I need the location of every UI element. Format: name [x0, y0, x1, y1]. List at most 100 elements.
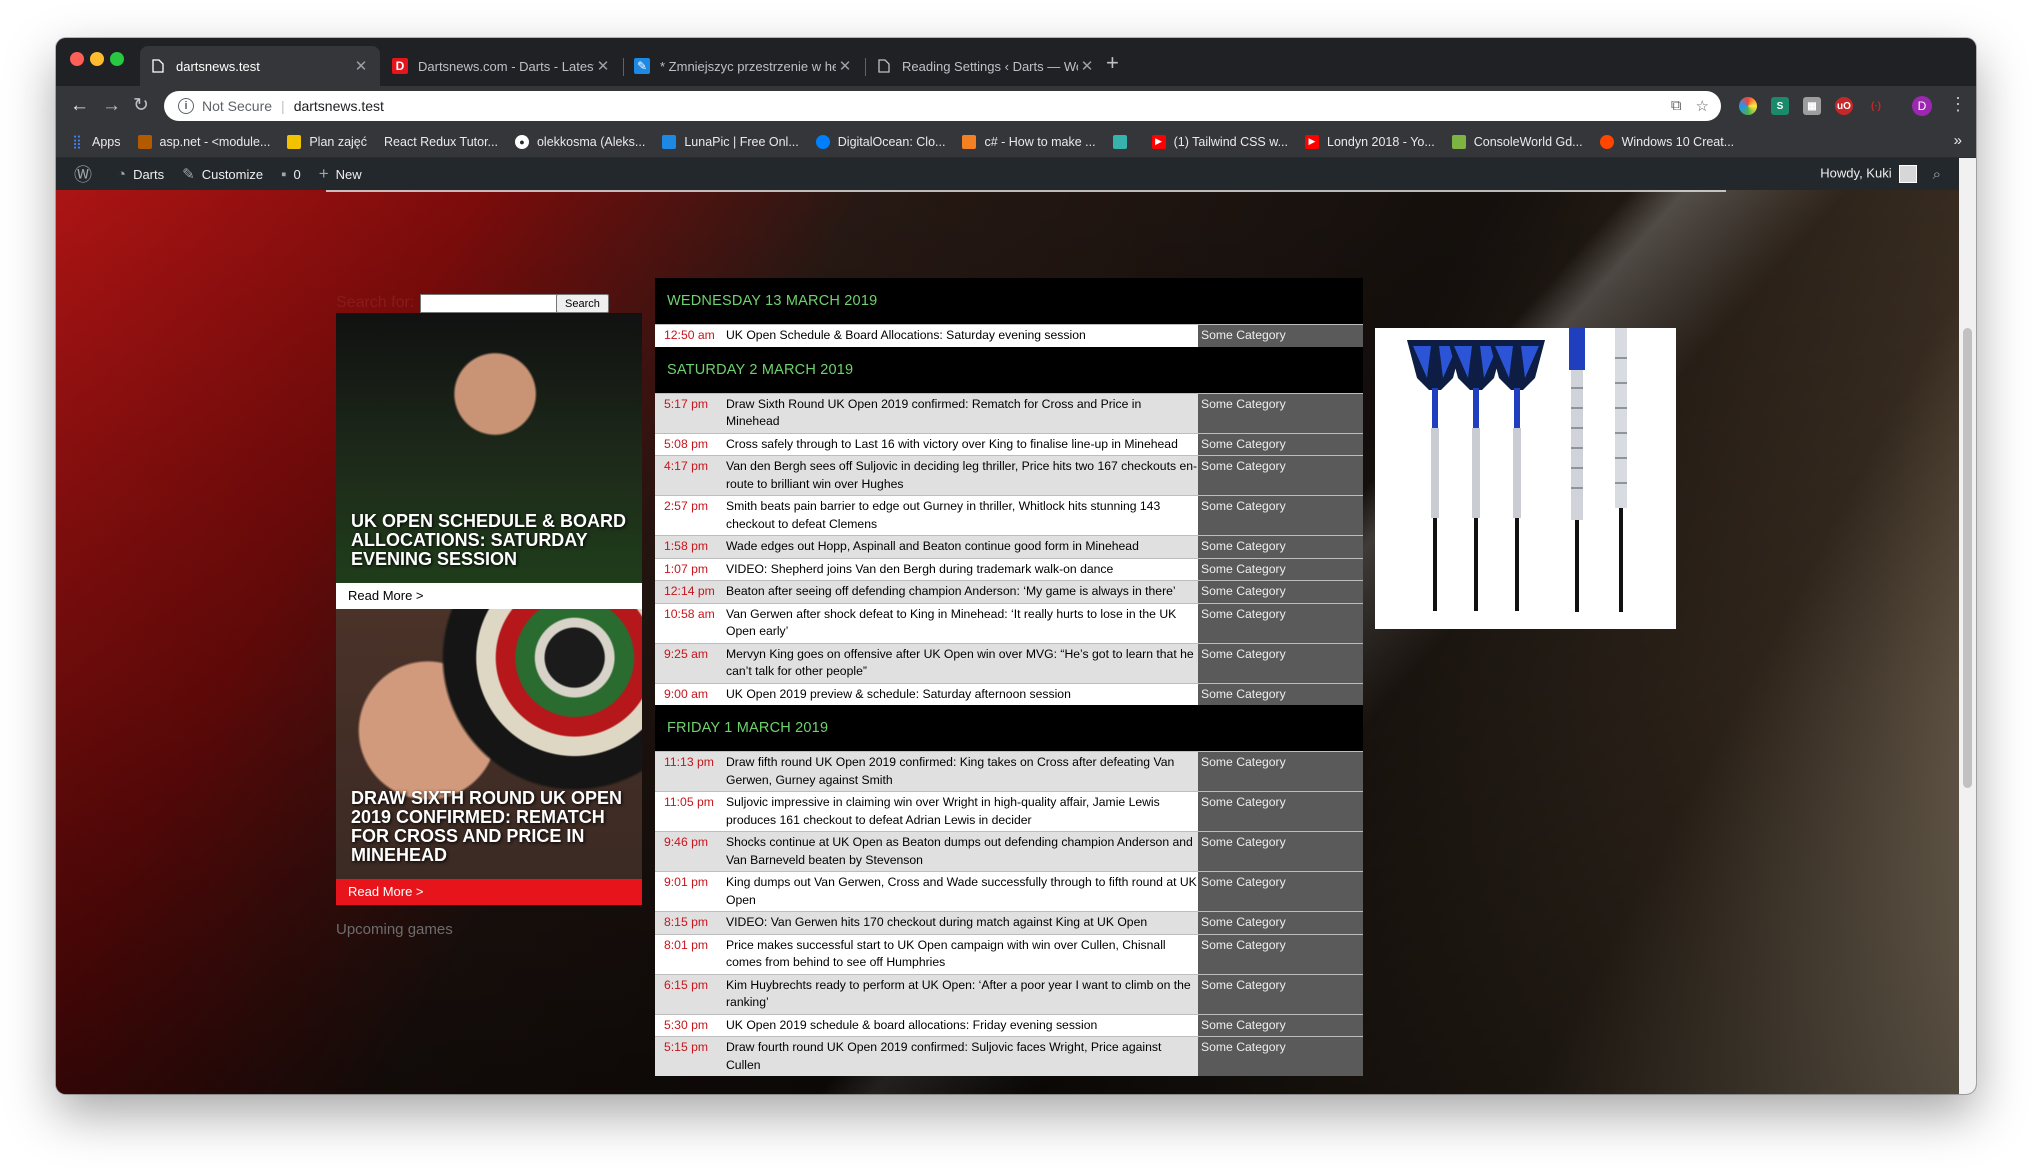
search-input[interactable] [420, 294, 558, 313]
news-category-link[interactable]: Some Category [1198, 581, 1363, 603]
news-title-link[interactable]: Draw fourth round UK Open 2019 confirmed… [726, 1037, 1198, 1076]
browser-tab-reading-settings[interactable]: Reading Settings ‹ Darts — Wo ✕ [866, 46, 1106, 86]
bookmark-plan[interactable]: Plan zajęć [287, 134, 367, 149]
news-title-link[interactable]: Wade edges out Hopp, Aspinall and Beaton… [726, 536, 1198, 558]
news-title-link[interactable]: UK Open 2019 schedule & board allocation… [726, 1014, 1198, 1036]
news-category-link[interactable]: Some Category [1198, 912, 1363, 934]
news-title-link[interactable]: UK Open 2019 preview & schedule: Saturda… [726, 683, 1198, 705]
close-icon[interactable]: ✕ [836, 57, 854, 75]
close-icon[interactable]: ✕ [594, 57, 612, 75]
maximize-window-button[interactable] [110, 52, 124, 66]
bookmark-youtube-tailwind[interactable]: ▶ (1) Tailwind CSS w... [1151, 134, 1288, 149]
news-row[interactable]: 9:00 am UK Open 2019 preview & schedule: … [655, 682, 1363, 705]
admin-account-menu[interactable]: Howdy, Kuki [1820, 165, 1917, 183]
news-title-link[interactable]: King dumps out Van Gerwen, Cross and Wad… [726, 872, 1198, 911]
news-row[interactable]: 12:50 am UK Open Schedule & Board Allocat… [655, 324, 1363, 347]
bookmark-tailwind[interactable] [1112, 134, 1135, 149]
news-category-link[interactable]: Some Category [1198, 934, 1363, 974]
news-title-link[interactable]: Beaton after seeing off defending champi… [726, 581, 1198, 603]
news-row[interactable]: 9:25 am Mervyn King goes on offensive aft… [655, 642, 1363, 683]
bookmark-lunapic[interactable]: LunaPic | Free Onl... [662, 134, 799, 149]
news-row[interactable]: 8:01 pm Price makes successful start to U… [655, 933, 1363, 974]
bookmark-apps[interactable]: ⣿ Apps [70, 134, 120, 149]
forward-icon[interactable]: → [102, 95, 121, 117]
browser-tab-dartsnews-test[interactable]: dartsnews.test ✕ [140, 46, 380, 86]
browser-menu-icon[interactable]: ⋮ [1949, 94, 1967, 115]
news-category-link[interactable]: Some Category [1198, 603, 1363, 643]
news-category-link[interactable]: Some Category [1198, 536, 1363, 558]
news-row[interactable]: 11:13 pm Draw fifth round UK Open 2019 co… [655, 751, 1363, 791]
news-category-link[interactable]: Some Category [1198, 792, 1363, 831]
news-row[interactable]: 1:58 pm Wade edges out Hopp, Aspinall and… [655, 535, 1363, 558]
scrollbar-thumb[interactable] [1963, 328, 1972, 788]
news-title-link[interactable]: UK Open Schedule & Board Allocations: Sa… [726, 325, 1198, 347]
profile-avatar[interactable]: D [1912, 96, 1932, 116]
close-window-button[interactable] [70, 52, 84, 66]
new-tab-button[interactable]: + [1106, 52, 1119, 74]
darts-advert[interactable] [1375, 328, 1676, 629]
ublock-extension-icon[interactable]: uO [1835, 97, 1853, 115]
bookmark-reddit[interactable]: Windows 10 Creat... [1599, 134, 1734, 149]
news-category-link[interactable]: Some Category [1198, 433, 1363, 455]
news-row[interactable]: 6:15 pm Kim Huybrechts ready to perform a… [655, 973, 1363, 1014]
address-bar[interactable]: i Not Secure | dartsnews.test ⧉ ☆ [164, 91, 1721, 121]
admin-new-link[interactable]: + New [319, 164, 362, 184]
news-title-link[interactable]: Mervyn King goes on offensive after UK O… [726, 643, 1198, 683]
news-category-link[interactable]: Some Category [1198, 456, 1363, 495]
news-row[interactable]: 5:15 pm Draw fourth round UK Open 2019 co… [655, 1036, 1363, 1076]
admin-site-link[interactable]: ◔ Darts [117, 166, 164, 183]
bookmark-digitalocean[interactable]: DigitalOcean: Clo... [815, 134, 945, 149]
news-category-link[interactable]: Some Category [1198, 752, 1363, 791]
news-row[interactable]: 4:17 pm Van den Bergh sees off Suljovic i… [655, 455, 1363, 495]
wordpress-logo-icon[interactable]: Ⓦ [74, 161, 99, 187]
news-title-link[interactable]: Van Gerwen after shock defeat to King in… [726, 603, 1198, 643]
bookmark-aspnet[interactable]: asp.net - <module... [137, 134, 270, 149]
news-category-link[interactable]: Some Category [1198, 832, 1363, 871]
news-row[interactable]: 9:46 pm Shocks continue at UK Open as Bea… [655, 831, 1363, 871]
news-row[interactable]: 11:05 pm Suljovic impressive in claiming … [655, 791, 1363, 831]
bookmark-consoleworld[interactable]: ConsoleWorld Gd... [1451, 134, 1583, 149]
search-button[interactable]: Search [556, 294, 609, 313]
react-devtools-icon[interactable]: (·) [1867, 97, 1885, 115]
news-row[interactable]: 9:01 pm King dumps out Van Gerwen, Cross … [655, 871, 1363, 911]
news-title-link[interactable]: Price makes successful start to UK Open … [726, 934, 1198, 974]
news-row[interactable]: 8:15 pm VIDEO: Van Gerwen hits 170 checko… [655, 911, 1363, 934]
news-category-link[interactable]: Some Category [1198, 558, 1363, 580]
translate-icon[interactable]: ⧉ [1671, 97, 1682, 115]
page-scrollbar[interactable] [1959, 158, 1976, 1094]
news-title-link[interactable]: Draw Sixth Round UK Open 2019 confirmed:… [726, 393, 1198, 433]
featured-card[interactable]: DRAW SIXTH ROUND UK OPEN 2019 CONFIRMED:… [336, 609, 642, 905]
news-title-link[interactable]: Shocks continue at UK Open as Beaton dum… [726, 832, 1198, 871]
browser-tab-dartsnews-com[interactable]: D Dartsnews.com - Darts - Latest ✕ [382, 46, 622, 86]
news-title-link[interactable]: VIDEO: Van Gerwen hits 170 checkout duri… [726, 912, 1198, 934]
news-row[interactable]: 5:30 pm UK Open 2019 schedule & board all… [655, 1013, 1363, 1036]
news-title-link[interactable]: Smith beats pain barrier to edge out Gur… [726, 496, 1198, 535]
bookmark-star-icon[interactable]: ☆ [1696, 97, 1709, 115]
read-more-link[interactable]: Read More > [336, 879, 642, 905]
news-title-link[interactable]: VIDEO: Shepherd joins Van den Bergh duri… [726, 558, 1198, 580]
bookmarks-overflow-icon[interactable]: » [1954, 132, 1962, 149]
read-more-link[interactable]: Read More > [336, 583, 642, 609]
news-category-link[interactable]: Some Category [1198, 496, 1363, 535]
colorpicker-extension-icon[interactable] [1739, 97, 1757, 115]
bookmark-react-redux[interactable]: React Redux Tutor... [384, 135, 498, 149]
news-row[interactable]: 5:08 pm Cross safely through to Last 16 w… [655, 432, 1363, 455]
news-row[interactable]: 12:14 pm Beaton after seeing off defendin… [655, 580, 1363, 603]
news-category-link[interactable]: Some Category [1198, 1014, 1363, 1036]
news-category-link[interactable]: Some Category [1198, 974, 1363, 1014]
news-title-link[interactable]: Van den Bergh sees off Suljovic in decid… [726, 456, 1198, 495]
back-icon[interactable]: ← [70, 95, 89, 117]
bookmark-youtube-londyn[interactable]: ▶ Londyn 2018 - Yo... [1305, 134, 1435, 149]
news-category-link[interactable]: Some Category [1198, 643, 1363, 683]
grid-extension-icon[interactable]: ▦ [1803, 97, 1821, 115]
news-category-link[interactable]: Some Category [1198, 393, 1363, 433]
news-title-link[interactable]: Cross safely through to Last 16 with vic… [726, 433, 1198, 455]
close-icon[interactable]: ✕ [352, 57, 370, 75]
admin-comments-link[interactable]: ▪ 0 [281, 166, 301, 183]
featured-card[interactable]: UK OPEN SCHEDULE & BOARD ALLOCATIONS: SA… [336, 313, 642, 609]
info-icon[interactable]: i [178, 98, 194, 114]
bookmark-github[interactable]: ● olekkosma (Aleks... [514, 134, 645, 149]
news-title-link[interactable]: Draw fifth round UK Open 2019 confirmed:… [726, 752, 1198, 791]
news-row[interactable]: 2:57 pm Smith beats pain barrier to edge … [655, 495, 1363, 535]
close-icon[interactable]: ✕ [1078, 57, 1096, 75]
